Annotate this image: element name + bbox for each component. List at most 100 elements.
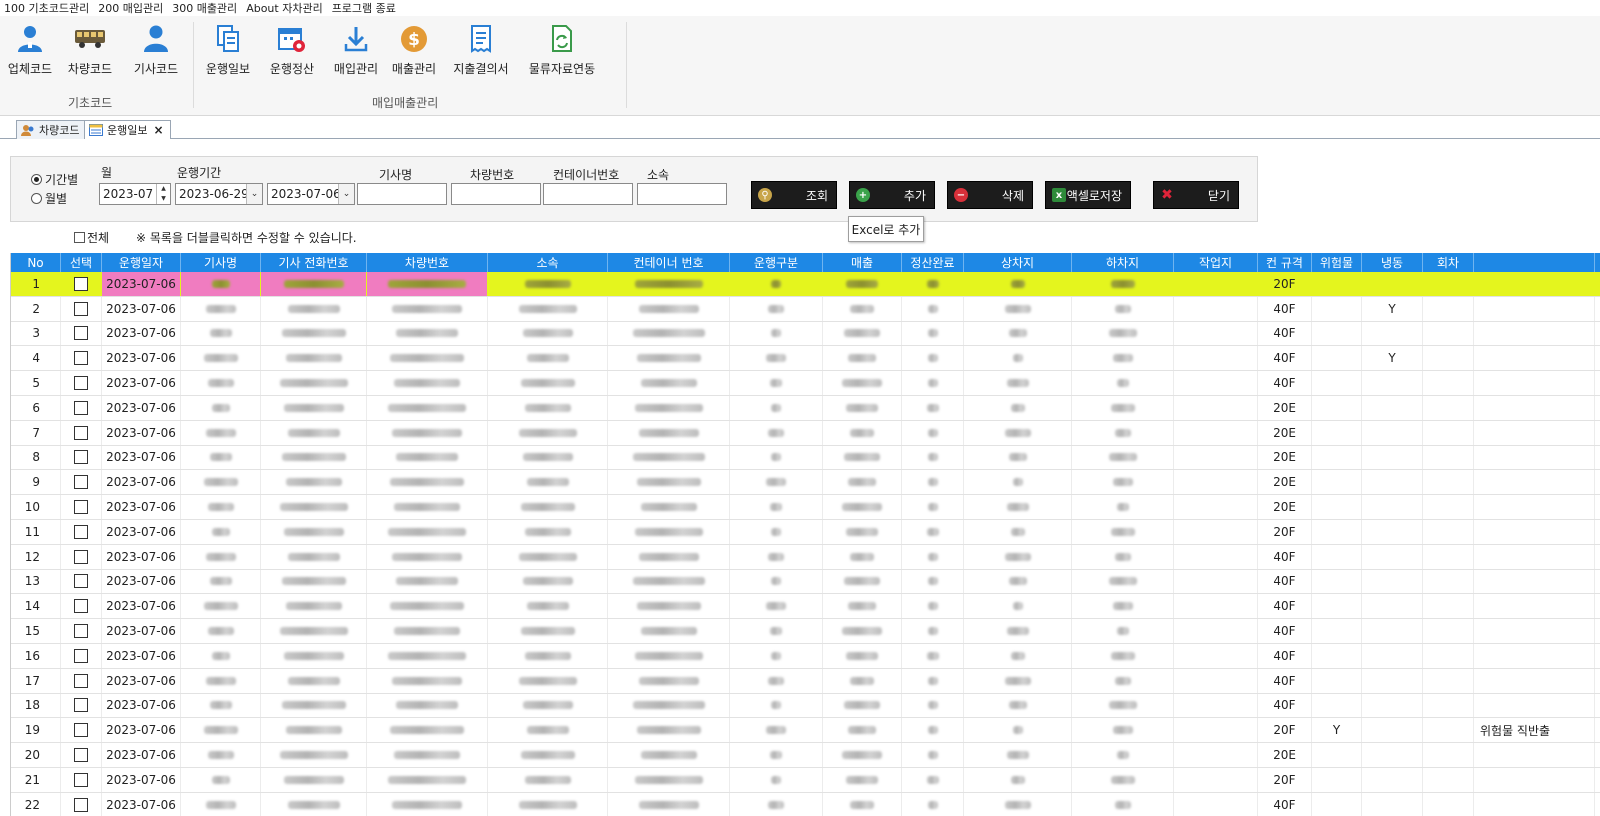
table-row[interactable]: 13 2023-07-06 40F — [11, 569, 1600, 595]
radio-by-period[interactable]: 기간별 — [31, 171, 78, 188]
delete-button[interactable]: − 삭제 — [947, 181, 1033, 209]
row-select-checkbox[interactable] — [74, 797, 88, 812]
row-select-checkbox[interactable] — [74, 772, 88, 787]
search-button[interactable]: ⚲ 조회 — [751, 181, 837, 209]
row-select-checkbox[interactable] — [74, 698, 88, 713]
row-select-checkbox[interactable] — [74, 648, 88, 663]
row-select-checkbox[interactable] — [74, 624, 88, 639]
row-select-checkbox[interactable] — [74, 276, 88, 291]
row-select-checkbox[interactable] — [74, 351, 88, 366]
table-row[interactable]: 12 2023-07-06 40F — [11, 544, 1600, 570]
table-row[interactable]: 19 2023-07-06 20F Y 위험물 직반출 — [11, 718, 1600, 744]
ribbon-vehicle-code-button[interactable]: 차량코드 — [64, 22, 116, 84]
table-row[interactable]: 4 2023-07-06 40F Y — [11, 346, 1600, 372]
add-button[interactable]: + 추가 — [849, 181, 935, 209]
table-row[interactable]: 10 2023-07-06 20E — [11, 495, 1600, 520]
menu-item-about[interactable]: About 자차관리 — [246, 0, 323, 16]
row-select-checkbox[interactable] — [74, 549, 88, 564]
column-header[interactable]: 운행일자 — [102, 253, 181, 272]
column-header[interactable]: 작업지 — [1174, 253, 1258, 272]
ribbon-driver-code-button[interactable]: 기사코드 — [130, 22, 182, 84]
column-header[interactable]: 운행구분 — [730, 253, 823, 272]
table-row[interactable]: 2 2023-07-06 40F Y — [11, 296, 1600, 322]
tab-vehicle-code[interactable]: 차량코드 — [16, 120, 87, 139]
column-header[interactable]: 정산완료 — [902, 253, 964, 272]
column-header[interactable]: 컨테이너 번호 — [608, 253, 730, 272]
chevron-down-icon[interactable]: ⌄ — [246, 184, 262, 204]
close-button[interactable]: ✖ 닫기 — [1153, 181, 1239, 209]
table-row[interactable]: 22 2023-07-06 40F — [11, 792, 1600, 816]
table-row[interactable]: 16 2023-07-06 40F — [11, 643, 1600, 669]
row-select-checkbox[interactable] — [74, 425, 88, 440]
ribbon-sales-button[interactable]: $ 매출관리 — [388, 22, 440, 84]
month-spinner[interactable]: 2023-07 ▲ ▼ — [99, 183, 171, 205]
affiliation-input[interactable] — [637, 183, 727, 205]
table-row[interactable]: 17 2023-07-06 40F — [11, 668, 1600, 694]
table-row[interactable]: 18 2023-07-06 40F — [11, 693, 1600, 719]
row-select-checkbox[interactable] — [74, 723, 88, 738]
period-from-date[interactable]: 2023-06-29 ⌄ — [175, 183, 263, 205]
row-select-checkbox[interactable] — [74, 748, 88, 763]
column-header[interactable] — [1474, 253, 1595, 272]
column-header[interactable]: No — [11, 253, 61, 272]
row-select-checkbox[interactable] — [74, 450, 88, 465]
menu-item-purchase[interactable]: 200 매입관리 — [98, 0, 163, 16]
column-header[interactable]: 차량번호 — [367, 253, 488, 272]
table-row[interactable]: 8 2023-07-06 20E — [11, 445, 1600, 471]
period-to-date[interactable]: 2023-07-06 ⌄ — [267, 183, 355, 205]
ribbon-daily-log-button[interactable]: 운행일보 — [200, 22, 256, 84]
column-header[interactable]: 회차 — [1423, 253, 1474, 272]
excel-save-button[interactable]: x 액셀로저장 — [1045, 181, 1131, 209]
ribbon-settlement-button[interactable]: 운행정산 — [264, 22, 320, 84]
column-header[interactable]: 소속 — [488, 253, 608, 272]
menu-item-basic-codes[interactable]: 100 기초코드관리 — [4, 0, 89, 16]
column-header[interactable]: 하차지 — [1072, 253, 1174, 272]
close-icon[interactable]: × — [153, 123, 163, 137]
row-select-checkbox[interactable] — [74, 673, 88, 688]
container-input[interactable] — [543, 183, 633, 205]
table-row[interactable]: 20 2023-07-06 20E — [11, 743, 1600, 768]
redacted-text — [927, 478, 938, 487]
ribbon-expense-button[interactable]: 지출결의서 — [448, 22, 514, 84]
table-row[interactable]: 15 2023-07-06 40F — [11, 619, 1600, 644]
ribbon-company-code-button[interactable]: 업체코드 — [4, 22, 56, 84]
spin-updown-icon[interactable]: ▲ ▼ — [156, 184, 170, 204]
column-header[interactable]: 컨 규격 — [1258, 253, 1312, 272]
menu-item-exit[interactable]: 프로그램 종료 — [332, 0, 396, 16]
row-select-checkbox[interactable] — [74, 574, 88, 589]
vehicle-input[interactable] — [451, 183, 541, 205]
row-select-checkbox[interactable] — [74, 599, 88, 614]
row-select-checkbox[interactable] — [74, 475, 88, 490]
table-row[interactable]: 21 2023-07-06 20F — [11, 767, 1600, 793]
row-select-checkbox[interactable] — [74, 376, 88, 391]
row-select-checkbox[interactable] — [74, 400, 88, 415]
column-header[interactable]: 매출 — [823, 253, 902, 272]
table-row[interactable]: 5 2023-07-06 40F — [11, 371, 1600, 396]
radio-by-month[interactable]: 월별 — [31, 190, 67, 207]
column-header[interactable]: 위험물 — [1312, 253, 1362, 272]
driver-input[interactable] — [357, 183, 447, 205]
table-row[interactable]: 9 2023-07-06 20E — [11, 470, 1600, 496]
table-row[interactable]: 3 2023-07-06 40F — [11, 321, 1600, 347]
row-select-checkbox[interactable] — [74, 500, 88, 515]
row-select-checkbox[interactable] — [74, 524, 88, 539]
daily-log-grid[interactable]: No 선택 운행일자 기사명 기사 전화번호 차량번호 소속 컨테이너 번호 운행구분 매출 정산완… — [10, 253, 1600, 816]
table-row[interactable]: 14 2023-07-06 40F — [11, 594, 1600, 620]
column-header[interactable]: 선택 — [61, 253, 102, 272]
column-header[interactable]: 냉동 — [1362, 253, 1423, 272]
row-select-checkbox[interactable] — [74, 326, 88, 341]
menu-item-sales[interactable]: 300 매출관리 — [172, 0, 237, 16]
ribbon-purchase-button[interactable]: 매입관리 — [330, 22, 382, 84]
table-row[interactable]: 6 2023-07-06 20E — [11, 395, 1600, 421]
table-row[interactable]: 1 2023-07-06 20F — [11, 272, 1600, 297]
table-row[interactable]: 7 2023-07-06 20E — [11, 420, 1600, 446]
tab-daily-log[interactable]: 운행일보 × — [84, 120, 171, 139]
ribbon-logistics-sync-button[interactable]: 물류자료연동 — [524, 22, 600, 84]
row-select-checkbox[interactable] — [74, 301, 88, 316]
table-row[interactable]: 11 2023-07-06 20F — [11, 519, 1600, 545]
column-header[interactable]: 상차지 — [964, 253, 1072, 272]
select-all-checkbox[interactable]: 전체 — [74, 229, 109, 246]
column-header[interactable]: 기사명 — [181, 253, 261, 272]
column-header[interactable]: 기사 전화번호 — [261, 253, 367, 272]
chevron-down-icon[interactable]: ⌄ — [338, 184, 354, 204]
